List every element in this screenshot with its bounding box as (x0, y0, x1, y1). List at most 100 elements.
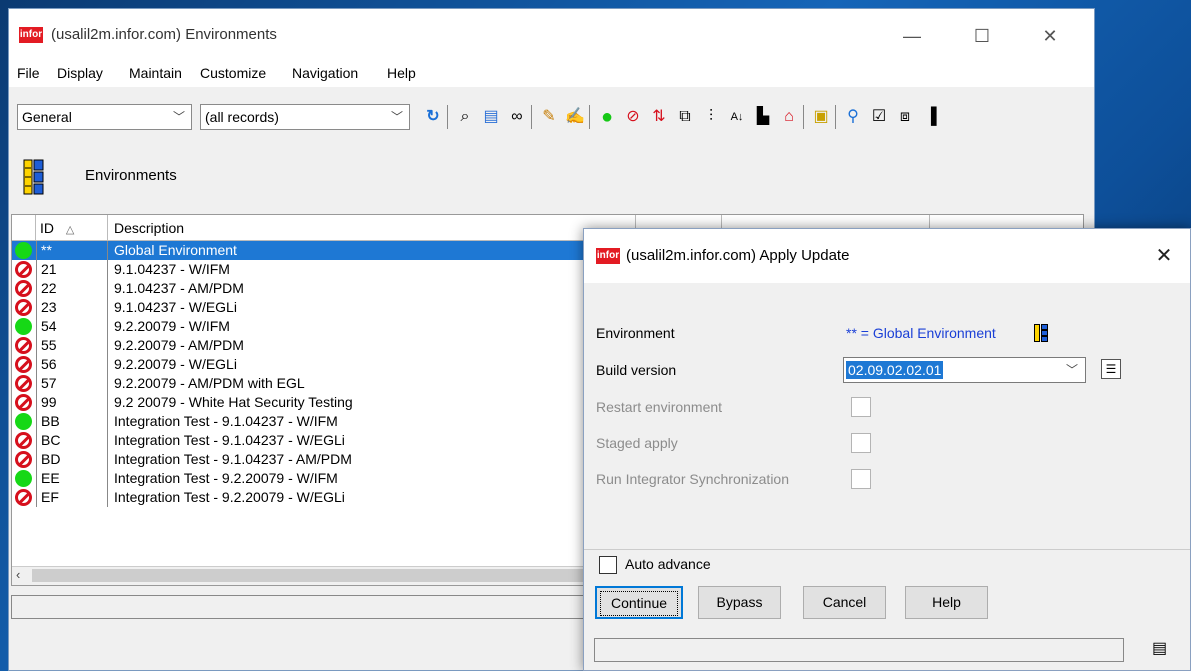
no-entry-icon[interactable]: ⊘ (621, 105, 645, 129)
network-icon[interactable]: ⚲ (841, 105, 865, 129)
status-ok-icon (15, 242, 32, 259)
status-blocked-icon (15, 299, 32, 316)
info-icon[interactable]: ▣ (809, 105, 833, 129)
maximize-icon[interactable]: ☐ (959, 9, 1005, 63)
sort-icon[interactable]: A↓ (725, 105, 749, 129)
status-column-header[interactable] (12, 215, 36, 241)
description-cell: 9.2.20079 - AM/PDM with EGL (114, 375, 305, 391)
id-cell: EE (36, 469, 108, 488)
menu-maintain[interactable]: Maintain (129, 65, 182, 81)
description-cell: Integration Test - 9.1.04237 - AM/PDM (114, 451, 352, 467)
continue-button[interactable]: Continue (595, 586, 683, 619)
scroll-left-icon[interactable]: ‹ (16, 567, 20, 582)
sort-ascending-icon: △ (65, 224, 75, 236)
description-column-header[interactable]: Description (108, 215, 636, 241)
description-cell: Global Environment (114, 242, 237, 258)
home-icon[interactable]: ⌂ (777, 105, 801, 129)
status-blocked-icon (15, 375, 32, 392)
status-blocked-icon (15, 432, 32, 449)
id-cell: ** (36, 241, 108, 260)
run-integrator-sync-checkbox[interactable] (851, 469, 871, 489)
find-record-icon[interactable]: ▤ (479, 105, 503, 129)
menu-file[interactable]: File (17, 65, 40, 81)
run-integrator-sync-label: Run Integrator Synchronization (596, 471, 789, 487)
list-detail-icon[interactable]: ☰ (1101, 359, 1121, 379)
main-titlebar[interactable]: infor (usalil2m.infor.com) Environments … (9, 9, 1094, 63)
copy-icon[interactable]: ⧉ (673, 105, 697, 129)
description-cell: 9.1.04237 - W/EGLi (114, 299, 237, 315)
filter-select-value: (all records) (205, 109, 279, 125)
binoculars-icon[interactable]: ⌕ (453, 105, 477, 129)
menu-help[interactable]: Help (387, 65, 416, 81)
id-cell: 23 (36, 298, 108, 317)
id-cell: 21 (36, 260, 108, 279)
close-icon[interactable]: ✕ (1144, 229, 1184, 283)
status-ok-icon (15, 318, 32, 335)
pencil-icon[interactable]: ✎ (537, 105, 561, 129)
description-cell: 9.2.20079 - AM/PDM (114, 337, 244, 353)
more-icon[interactable]: ▐ (919, 105, 943, 129)
help-button[interactable]: Help (905, 586, 988, 619)
description-cell: 9.1.04237 - AM/PDM (114, 280, 244, 296)
status-blocked-icon (15, 337, 32, 354)
scrollbar-thumb[interactable] (32, 569, 592, 582)
staged-apply-label: Staged apply (596, 435, 678, 451)
id-cell: EF (36, 488, 108, 507)
edit-multiple-icon[interactable]: ✍ (563, 105, 587, 129)
menu-bar: File Display Maintain Customize Navigati… (9, 63, 1094, 87)
id-cell: BD (36, 450, 108, 469)
green-status-icon[interactable]: ● (595, 105, 619, 129)
toolbar-separator (447, 105, 448, 129)
status-blocked-icon (15, 489, 32, 506)
close-icon[interactable]: ✕ (1027, 9, 1073, 63)
menu-navigation[interactable]: Navigation (292, 65, 358, 81)
build-version-select[interactable]: 02.09.02.02.01 ﹀ (843, 357, 1086, 383)
id-cell: 57 (36, 374, 108, 393)
description-cell: Integration Test - 9.1.04237 - W/EGLi (114, 432, 345, 448)
id-cell: 99 (36, 393, 108, 412)
id-column-header[interactable]: ID △ (36, 215, 108, 241)
toolbar-separator (835, 105, 836, 129)
column-icon[interactable]: ⫶ (699, 105, 723, 129)
section-label: Environments (85, 167, 177, 184)
module-icon[interactable]: ▙ (751, 105, 775, 129)
refresh-icon[interactable]: ↻ (421, 105, 445, 129)
infor-logo: infor (19, 27, 43, 43)
environments-icon[interactable] (1034, 324, 1048, 342)
description-cell: Integration Test - 9.2.20079 - W/IFM (114, 470, 338, 486)
details-icon[interactable]: ▤ (1152, 638, 1172, 662)
id-cell: BC (36, 431, 108, 450)
description-cell: 9.2.20079 - W/EGLi (114, 356, 237, 372)
description-cell: 9.2 20079 - White Hat Security Testing (114, 394, 353, 410)
status-blocked-icon (15, 280, 32, 297)
dialog-title: (usalil2m.infor.com) Apply Update (626, 247, 850, 264)
apply-update-dialog: infor (usalil2m.infor.com) Apply Update … (583, 228, 1191, 671)
id-cell: 22 (36, 279, 108, 298)
dialog-titlebar[interactable]: infor (usalil2m.infor.com) Apply Update … (584, 229, 1190, 283)
build-version-label: Build version (596, 362, 677, 378)
menu-display[interactable]: Display (57, 65, 103, 81)
auto-advance-label: Auto advance (625, 556, 711, 572)
environment-label: Environment (596, 325, 675, 341)
filter-select[interactable]: (all records) ﹀ (200, 104, 410, 130)
bypass-button[interactable]: Bypass (698, 586, 781, 619)
id-cell: 56 (36, 355, 108, 374)
status-blocked-icon (15, 261, 32, 278)
arrows-icon[interactable]: ⇅ (647, 105, 671, 129)
auto-advance-checkbox[interactable] (599, 556, 617, 574)
staged-apply-checkbox[interactable] (851, 433, 871, 453)
glasses-icon[interactable]: ∞ (505, 105, 529, 129)
menu-customize[interactable]: Customize (200, 65, 266, 81)
chevron-down-icon: ﹀ (1065, 363, 1078, 377)
minimize-icon[interactable]: — (889, 9, 935, 63)
description-header-label: Description (114, 220, 185, 236)
description-cell: Integration Test - 9.2.20079 - W/EGLi (114, 489, 345, 505)
cancel-button[interactable]: Cancel (803, 586, 886, 619)
status-ok-icon (15, 470, 32, 487)
id-cell: BB (36, 412, 108, 431)
checklist-icon[interactable]: ☑ (867, 105, 891, 129)
view-select[interactable]: General ﹀ (17, 104, 192, 130)
window-icon[interactable]: ⧈ (893, 105, 917, 129)
chevron-down-icon: ﹀ (172, 110, 185, 124)
restart-environment-checkbox[interactable] (851, 397, 871, 417)
